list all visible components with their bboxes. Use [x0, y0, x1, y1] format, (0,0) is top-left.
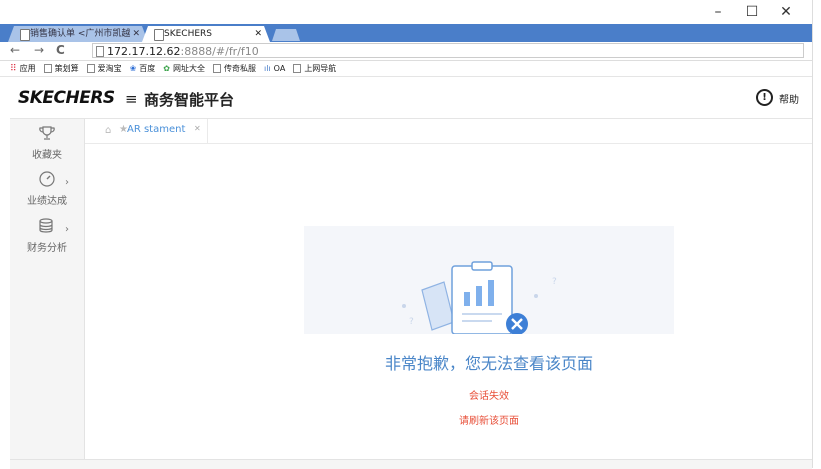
- error-title: 非常抱歉，您无法查看该页面: [384, 354, 593, 373]
- apps-grid-icon: ⠿: [10, 63, 17, 74]
- bookmark-label: 网址大全: [173, 64, 205, 73]
- skechers-logo: SKECHERS: [18, 88, 115, 108]
- bookmark-item[interactable]: 上网导航: [293, 63, 336, 74]
- page-icon: [20, 29, 30, 41]
- address-bar: ← → C 172.17.12.62:8888/#/fr/f10: [0, 42, 812, 61]
- bookmark-item[interactable]: ✿ 网址大全: [163, 63, 205, 74]
- forward-arrow-icon[interactable]: →: [34, 43, 44, 57]
- hamburger-menu-icon[interactable]: ≡: [125, 90, 138, 108]
- svg-text:?: ?: [552, 277, 557, 287]
- reload-icon[interactable]: C: [56, 43, 65, 57]
- window-controls: – ☐ ✕: [701, 2, 803, 22]
- bookmark-label: 传奇私服: [224, 64, 256, 73]
- home-icon[interactable]: ⌂: [105, 125, 111, 136]
- bookmark-apps[interactable]: ⠿ 应用: [10, 63, 36, 74]
- bookmark-label: 策划算: [54, 64, 79, 73]
- error-message-session: 会话失效: [469, 391, 509, 402]
- page-icon: [43, 64, 52, 73]
- close-tab-icon[interactable]: ✕: [132, 26, 140, 42]
- page-icon: [154, 29, 164, 41]
- window-right-edge: [812, 0, 821, 468]
- bookmark-label: OA: [273, 64, 286, 73]
- oa-icon: ılı: [264, 64, 271, 73]
- page-tabs-bar: ⌂ ★ AR stament ✕: [85, 119, 812, 144]
- browser-tab-skechers[interactable]: SKECHERS ✕: [142, 26, 270, 42]
- bookmark-item[interactable]: ❀ 百度: [130, 63, 156, 74]
- sidebar-item-finance[interactable]: › 财务分析: [10, 218, 84, 254]
- app-header: SKECHERS ≡ 商务智能平台 ! 帮助: [10, 80, 812, 119]
- close-tab-icon[interactable]: ✕: [254, 26, 262, 42]
- close-tab-icon[interactable]: ✕: [194, 124, 201, 133]
- app-title: 商务智能平台: [144, 91, 235, 109]
- error-illustration: ? ?: [304, 226, 674, 335]
- page-icon: [86, 64, 95, 73]
- sidebar-item-label: 收藏夹: [32, 150, 62, 161]
- bookmark-item[interactable]: ılı OA: [264, 64, 285, 73]
- bookmark-label: 应用: [19, 64, 36, 73]
- sidebar-item-label: 业绩达成: [27, 196, 67, 207]
- maximize-button[interactable]: ☐: [735, 2, 769, 22]
- coins-icon: [39, 218, 53, 233]
- sidebar: 收藏夹 › 业绩达成 › 财务分析: [10, 119, 85, 459]
- bookmarks-bar: ⠿ 应用 策划算 爱淘宝 ❀ 百度 ✿ 网址大全 传奇私服 ılı OA 上网导航: [0, 61, 812, 77]
- tab-ar-stament[interactable]: ⌂ ★ AR stament ✕: [91, 119, 208, 143]
- url-host: 172.17.12.62: [107, 45, 181, 58]
- bookmark-item[interactable]: 策划算: [43, 63, 79, 74]
- bookmark-label: 百度: [139, 64, 156, 73]
- window-titlebar: – ☐ ✕: [0, 0, 812, 24]
- chevron-right-icon: ›: [65, 177, 69, 188]
- url-path: :8888/#/fr/f10: [180, 45, 259, 58]
- browser-tab-label: SKECHERS: [164, 29, 213, 39]
- sidebar-item-performance[interactable]: › 业绩达成: [10, 171, 84, 207]
- sidebar-item-label: 财务分析: [27, 243, 67, 254]
- close-window-button[interactable]: ✕: [769, 2, 803, 22]
- svg-text:?: ?: [409, 317, 414, 327]
- report-error-illustration: ? ?: [402, 261, 557, 335]
- page-icon: [96, 46, 104, 57]
- chevron-right-icon: ›: [65, 224, 69, 235]
- new-tab-button[interactable]: [272, 29, 300, 41]
- trophy-icon: [39, 126, 55, 140]
- baidu-icon: ❀: [129, 64, 137, 73]
- help-link[interactable]: 帮助: [779, 91, 799, 106]
- error-message-refresh[interactable]: 请刷新该页面: [304, 412, 674, 427]
- page-icon: [213, 64, 221, 73]
- browser-tab-label: 销售确认单 <广州市凯越: [30, 29, 131, 39]
- bookmark-label: 爱淘宝: [97, 64, 122, 73]
- back-arrow-icon[interactable]: ←: [10, 43, 20, 57]
- gauge-icon: [39, 171, 55, 187]
- web-directory-icon: ✿: [163, 64, 170, 73]
- browser-tabstrip: 销售确认单 <广州市凯越 ✕ SKECHERS ✕: [0, 24, 812, 42]
- bookmark-label: 上网导航: [304, 64, 337, 73]
- bookmark-item[interactable]: 爱淘宝: [86, 63, 122, 74]
- url-input[interactable]: 172.17.12.62:8888/#/fr/f10: [92, 43, 804, 58]
- bookmark-item[interactable]: 传奇私服: [213, 63, 256, 74]
- info-icon[interactable]: !: [756, 89, 773, 106]
- browser-tab-sales[interactable]: 销售确认单 <广州市凯越 ✕: [8, 26, 148, 42]
- minimize-button[interactable]: –: [701, 2, 735, 22]
- sidebar-item-favorites[interactable]: 收藏夹: [10, 125, 84, 161]
- page-icon: [293, 64, 302, 73]
- tab-label: AR stament: [127, 124, 186, 135]
